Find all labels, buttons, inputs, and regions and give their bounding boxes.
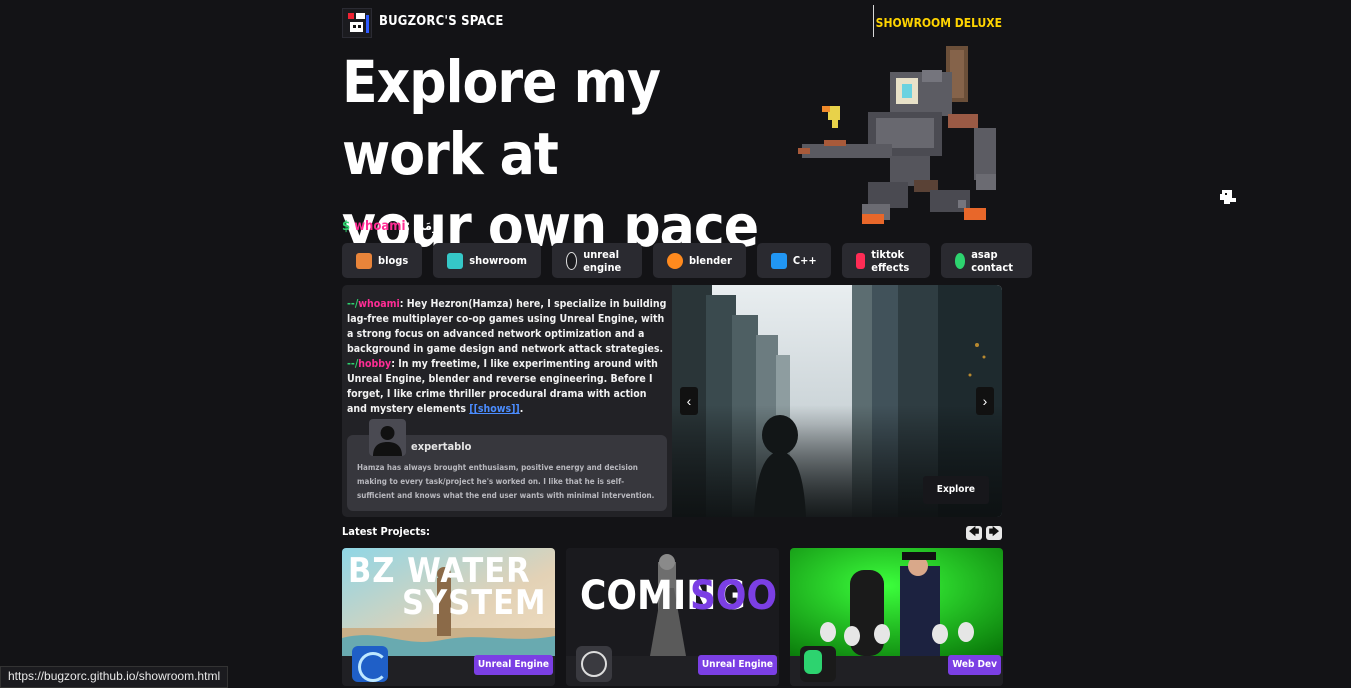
tiktok-icon xyxy=(855,252,866,269)
about-panel: --/whoami: Hey Hezron(Hamza) here, I spe… xyxy=(342,285,672,517)
phone-icon xyxy=(954,252,966,269)
project-card-coming-soon[interactable]: COMING SOON Unreal Engine xyxy=(566,548,779,686)
nav-blogs-button[interactable]: blogs xyxy=(342,243,423,278)
hobby-prefix: --/ xyxy=(347,358,359,370)
latest-projects-heading: Latest Projects: xyxy=(342,525,430,538)
prompt-output: : مَن_ xyxy=(405,219,438,234)
nav-tiktok-effects-label: tiktok effects xyxy=(871,247,910,274)
nav-unreal-engine-label: unreal engine xyxy=(583,247,622,274)
nav-blender-label: blender xyxy=(688,254,732,267)
whoami-tag: whoami xyxy=(358,298,400,310)
project-card-image: COMING SOON xyxy=(566,548,779,656)
pixel-character-illustration xyxy=(798,46,996,224)
about-hobby-paragraph: --/hobby: In my freetime, I like experim… xyxy=(347,357,667,417)
hobby-text-end: . xyxy=(519,403,524,415)
nav-showroom-label: showroom xyxy=(469,254,527,267)
whoami-prompt: $ whoami: مَن_ xyxy=(342,219,438,234)
project-card-image: BZ WATER SYSTEM xyxy=(342,548,555,656)
showroom-deluxe-link[interactable]: SHOWROOM DELUXE xyxy=(872,5,1002,37)
user-silhouette-icon xyxy=(373,426,402,456)
nav-cpp-label: C++ xyxy=(792,254,817,267)
about-whoami-paragraph: --/whoami: Hey Hezron(Hamza) here, I spe… xyxy=(347,297,667,357)
card-tag-badge: Unreal Engine xyxy=(473,655,553,675)
site-logo-icon[interactable] xyxy=(342,8,372,38)
site-brand[interactable]: BUGZORC'S SPACE xyxy=(379,14,504,29)
hero-title-line-1: Explore my work at xyxy=(342,48,661,188)
status-bar-url: https://bugzorc.github.io/showroom.html xyxy=(0,666,229,688)
nav-cpp-button[interactable]: C++ xyxy=(756,243,831,278)
pixel-cursor-icon xyxy=(1220,190,1236,204)
project-cards: BZ WATER SYSTEM Unreal Engine COMING SOO… xyxy=(342,548,1003,686)
explore-button[interactable]: Explore xyxy=(922,476,989,504)
testimonial-text: Hamza has always brought enthusiasm, pos… xyxy=(357,463,655,500)
showroom-icon xyxy=(447,252,464,269)
shows-link[interactable]: [[shows]] xyxy=(469,403,519,415)
nav-blender-button[interactable]: blender xyxy=(652,243,746,278)
avatar xyxy=(369,419,406,456)
project-card-web-dev[interactable]: Web Dev xyxy=(790,548,1003,686)
nav-showroom-button[interactable]: showroom xyxy=(433,243,541,278)
blender-icon xyxy=(666,252,683,269)
unreal-engine-icon xyxy=(565,251,578,270)
carousel-next-button[interactable]: › xyxy=(976,387,994,415)
hobby-tag: hobby xyxy=(358,358,392,370)
card-title-line-2: SYSTEM xyxy=(402,583,547,623)
briefcase-icon xyxy=(356,252,372,269)
latest-projects-arrows: 🡄 🡆 xyxy=(966,526,1002,540)
whoami-prefix: --/ xyxy=(347,298,359,310)
nav-bar: blogs showroom unreal engine blender C++… xyxy=(342,243,1033,278)
latest-prev-arrow-icon[interactable]: 🡄 xyxy=(966,526,982,540)
carousel-prev-button[interactable]: ‹ xyxy=(680,387,698,415)
image-carousel: ‹ › Explore xyxy=(672,285,1002,517)
nav-asap-contact-button[interactable]: asap contact xyxy=(940,243,1033,278)
prompt-command: whoami xyxy=(354,219,406,234)
web-dev-icon xyxy=(800,646,836,682)
unreal-engine-icon xyxy=(576,646,612,682)
nav-blogs-label: blogs xyxy=(378,254,409,267)
latest-next-arrow-icon[interactable]: 🡆 xyxy=(986,526,1002,540)
prompt-symbol: $ xyxy=(342,219,351,234)
card-tag-badge: Unreal Engine xyxy=(697,655,777,675)
testimonial-card: expertablo Hamza has always brought enth… xyxy=(347,419,667,511)
nav-asap-contact-label: asap contact xyxy=(971,247,1013,274)
card-tag-badge: Web Dev xyxy=(948,655,1001,675)
project-card-image xyxy=(790,548,1003,656)
web-dev-thumbnail xyxy=(790,548,1003,656)
nav-tiktok-effects-button[interactable]: tiktok effects xyxy=(841,243,930,278)
cpp-icon xyxy=(770,252,787,269)
card-title-line-2: SOON xyxy=(690,573,779,619)
project-card-water-system[interactable]: BZ WATER SYSTEM Unreal Engine xyxy=(342,548,555,686)
water-icon xyxy=(352,646,388,682)
testimonial-author: expertablo xyxy=(411,440,472,453)
nav-unreal-engine-button[interactable]: unreal engine xyxy=(551,243,642,278)
